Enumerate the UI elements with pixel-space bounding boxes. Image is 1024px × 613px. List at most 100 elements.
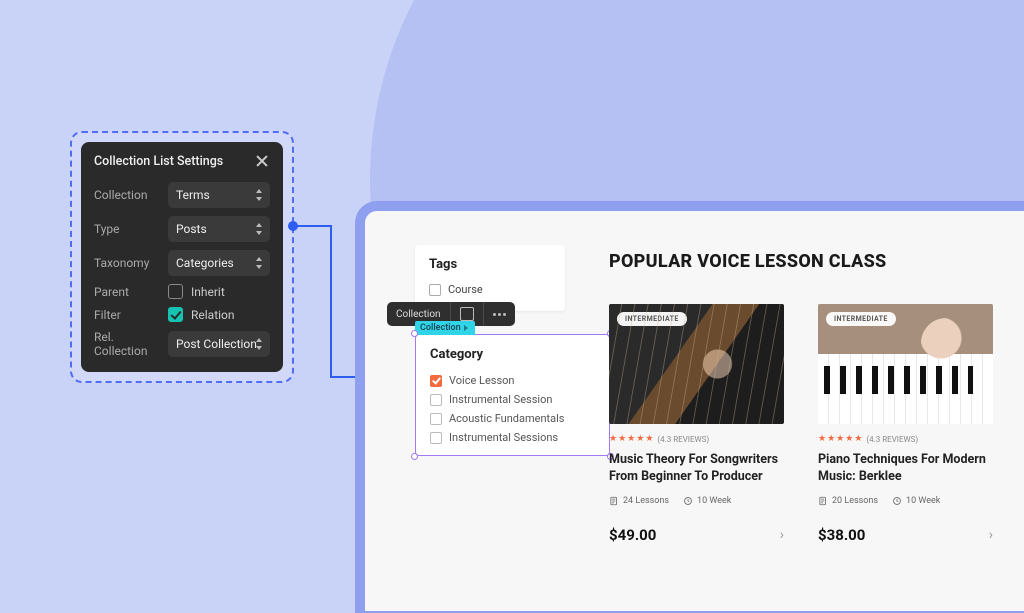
preview-browser: Tags Course Collection	[355, 201, 1024, 613]
select-value: Posts	[176, 222, 207, 236]
rating-row: ★★★★★ (4.3 REVIEWS)	[609, 434, 784, 444]
tag-checkbox[interactable]	[429, 284, 441, 296]
category-item[interactable]: Instrumental Sessions	[430, 428, 595, 447]
stage: Collection List Settings Collection Term…	[0, 0, 1024, 613]
checkbox-label: Relation	[191, 308, 235, 322]
sort-icon	[254, 338, 264, 350]
document-icon	[818, 496, 828, 506]
collection-select[interactable]: Terms	[168, 182, 270, 208]
setting-row-taxonomy: Taxonomy Categories	[81, 246, 283, 280]
lessons-text: 24 Lessons	[623, 496, 669, 506]
course-thumbnail[interactable]: INTERMEDIATE	[818, 304, 993, 424]
stars-icon: ★★★★★	[818, 434, 862, 444]
selection-handle[interactable]	[411, 453, 418, 460]
connector-line	[292, 225, 332, 227]
layout-icon	[460, 307, 474, 321]
chip-label: Collection	[396, 309, 441, 320]
category-item[interactable]: Voice Lesson	[430, 371, 595, 390]
select-value: Post Collection	[176, 337, 257, 351]
level-badge: INTERMEDIATE	[826, 312, 896, 326]
price-text: $38.00	[818, 526, 865, 544]
category-checkbox[interactable]	[430, 432, 442, 444]
weeks-text: 10 Week	[906, 496, 940, 506]
course-title: Music Theory For Songwriters From Beginn…	[609, 452, 784, 486]
settings-title: Collection List Settings	[94, 154, 223, 169]
selection-handle[interactable]	[411, 330, 418, 337]
category-panel: Collection Category Voice Lesson Instrum…	[415, 334, 610, 456]
rating-row: ★★★★★ (4.3 REVIEWS)	[818, 434, 993, 444]
price-text: $49.00	[609, 526, 656, 544]
lessons-meta: 20 Lessons	[818, 496, 878, 506]
more-icon	[493, 313, 506, 316]
weeks-text: 10 Week	[697, 496, 731, 506]
level-badge: INTERMEDIATE	[617, 312, 687, 326]
tag-label: Course	[448, 283, 483, 296]
category-checkbox[interactable]	[430, 413, 442, 425]
category-label: Voice Lesson	[449, 374, 514, 387]
sort-icon	[254, 223, 264, 235]
connector-dot	[288, 221, 298, 231]
clock-icon	[892, 496, 902, 506]
setting-label: Collection	[94, 188, 160, 202]
setting-label: Filter	[94, 308, 160, 322]
collection-list-settings-panel: Collection List Settings Collection Term…	[81, 142, 283, 372]
setting-label: Type	[94, 222, 160, 236]
category-title: Category	[430, 347, 595, 362]
settings-selection-outline: Collection List Settings Collection Term…	[70, 131, 294, 383]
chevron-right-icon[interactable]: ›	[780, 527, 784, 543]
select-value: Terms	[176, 188, 210, 202]
setting-label: Taxonomy	[94, 256, 160, 270]
collection-badge[interactable]: Collection	[415, 321, 475, 335]
select-value: Categories	[176, 256, 234, 270]
section-title: POPULAR VOICE LESSON CLASS	[609, 251, 887, 272]
setting-label: Parent	[94, 285, 160, 299]
setting-row-parent: Parent Inherit	[81, 280, 283, 303]
price-row: $38.00 ›	[818, 526, 993, 544]
meta-row: 20 Lessons 10 Week	[818, 496, 993, 506]
category-label: Instrumental Sessions	[449, 431, 558, 444]
sort-icon	[254, 257, 264, 269]
close-icon[interactable]	[254, 153, 270, 169]
taxonomy-select[interactable]: Categories	[168, 250, 270, 276]
settings-header: Collection List Settings	[81, 142, 283, 178]
stars-icon: ★★★★★	[609, 434, 653, 444]
chevron-right-icon[interactable]: ›	[989, 527, 993, 543]
setting-row-rel-collection: Rel. Collection Post Collection	[81, 326, 283, 362]
type-select[interactable]: Posts	[168, 216, 270, 242]
badge-label: Collection	[420, 323, 461, 333]
course-cards: INTERMEDIATE ★★★★★ (4.3 REVIEWS) Music T…	[609, 304, 1024, 544]
lessons-text: 20 Lessons	[832, 496, 878, 506]
lessons-meta: 24 Lessons	[609, 496, 669, 506]
tags-title: Tags	[429, 257, 551, 272]
setting-row-filter: Filter Relation	[81, 303, 283, 326]
category-checkbox[interactable]	[430, 375, 442, 387]
price-row: $49.00 ›	[609, 526, 784, 544]
tag-item[interactable]: Course	[429, 280, 551, 299]
meta-row: 24 Lessons 10 Week	[609, 496, 784, 506]
course-thumbnail[interactable]: INTERMEDIATE	[609, 304, 784, 424]
document-icon	[609, 496, 619, 506]
more-button[interactable]	[484, 302, 515, 326]
weeks-meta: 10 Week	[683, 496, 731, 506]
category-label: Instrumental Session	[449, 393, 552, 406]
category-item[interactable]: Acoustic Fundamentals	[430, 409, 595, 428]
setting-row-type: Type Posts	[81, 212, 283, 246]
setting-row-collection: Collection Terms	[81, 178, 283, 212]
course-card[interactable]: INTERMEDIATE ★★★★★ (4.3 REVIEWS) Music T…	[609, 304, 784, 544]
hand-decor	[921, 318, 971, 368]
category-label: Acoustic Fundamentals	[449, 412, 564, 425]
category-checkbox[interactable]	[430, 394, 442, 406]
category-item[interactable]: Instrumental Session	[430, 390, 595, 409]
course-card[interactable]: INTERMEDIATE ★★★★★ (4.3 REVIEWS) Piano T…	[818, 304, 993, 544]
weeks-meta: 10 Week	[892, 496, 940, 506]
setting-label: Rel. Collection	[94, 330, 160, 358]
clock-icon	[683, 496, 693, 506]
reviews-text: (4.3 REVIEWS)	[866, 435, 918, 444]
relation-checkbox[interactable]	[168, 307, 183, 322]
inherit-checkbox[interactable]	[168, 284, 183, 299]
rel-collection-select[interactable]: Post Collection	[168, 331, 270, 357]
course-title: Piano Techniques For Modern Music: Berkl…	[818, 452, 993, 486]
connector-line	[330, 225, 332, 378]
checkbox-label: Inherit	[191, 285, 225, 299]
reviews-text: (4.3 REVIEWS)	[657, 435, 709, 444]
